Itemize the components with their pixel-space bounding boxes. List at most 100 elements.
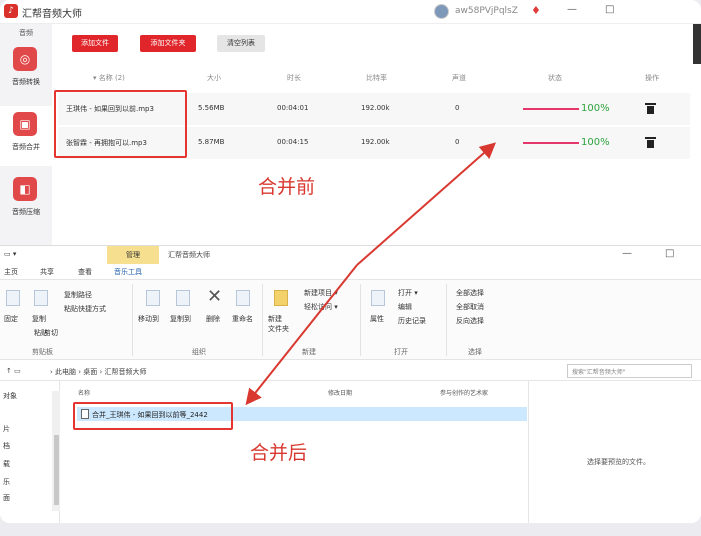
- app-scrollbar[interactable]: [693, 24, 701, 64]
- explorer-window-title: 汇帮音频大师: [168, 251, 210, 259]
- properties-button[interactable]: 属性: [370, 314, 384, 324]
- file-size-cell: 5.56MB: [198, 104, 225, 112]
- edit-button[interactable]: 编辑: [398, 302, 412, 312]
- add-file-button[interactable]: 添加文件: [72, 35, 118, 52]
- new-folder-icon[interactable]: [274, 290, 288, 306]
- folder-icon: ▭ ▾: [4, 250, 17, 258]
- nav-item[interactable]: 档: [3, 441, 10, 451]
- trash-icon[interactable]: [645, 103, 656, 114]
- column-header-duration: 时长: [287, 74, 301, 82]
- select-none-button[interactable]: 全部取消: [456, 302, 484, 312]
- screenshot-frame: ♪ 汇帮音频大师 aw58PVjPqlsZ ♦ — □ 音频 ◎ 音频转换 ▣ …: [0, 0, 701, 523]
- maximize-button[interactable]: □: [665, 248, 674, 259]
- sidebar-item-convert[interactable]: ◎ 音频转换: [0, 41, 52, 101]
- address-path[interactable]: › 此电脑 › 桌面 › 汇帮音频大师: [50, 367, 147, 377]
- copy-path-button[interactable]: 复制路径: [64, 290, 92, 300]
- user-avatar[interactable]: [434, 4, 449, 19]
- nav-item[interactable]: 片: [3, 424, 10, 434]
- delete-icon[interactable]: ✕: [207, 286, 222, 307]
- copy-to-icon[interactable]: [176, 290, 190, 306]
- file-explorer-window: ▭ ▾ 管理 汇帮音频大师 — □ 主页 共享 查看 音乐工具 固定 复制 复制…: [0, 245, 701, 523]
- new-item-button[interactable]: 新建项目 ▾: [304, 288, 338, 298]
- move-to-button[interactable]: 移动到: [138, 314, 159, 324]
- add-folder-button[interactable]: 添加文件夹: [140, 35, 196, 52]
- nav-item[interactable]: 乐: [3, 477, 10, 487]
- column-header-artist[interactable]: 参与创作的艺术家: [440, 388, 488, 397]
- progress-text: 100%: [581, 103, 610, 114]
- copy-icon[interactable]: [34, 290, 48, 306]
- delete-button[interactable]: 删除: [206, 314, 220, 324]
- open-button[interactable]: 打开 ▾: [398, 288, 418, 298]
- search-input[interactable]: 搜索"汇帮音频大师": [567, 364, 692, 378]
- highlight-box-before: [54, 90, 187, 158]
- new-folder-button[interactable]: 新建 文件夹: [268, 314, 289, 334]
- tab-home[interactable]: 主页: [4, 267, 18, 277]
- ribbon-separator: [132, 284, 133, 356]
- properties-icon[interactable]: [371, 290, 385, 306]
- group-label-organize: 组织: [192, 348, 206, 356]
- progress-bar: [523, 108, 579, 110]
- history-button[interactable]: 历史记录: [398, 316, 426, 326]
- copy-button[interactable]: 复制: [32, 314, 46, 324]
- sidebar-item-merge[interactable]: ▣ 音频合并: [0, 106, 52, 166]
- highlight-box-after: [73, 402, 233, 430]
- vip-badge-icon[interactable]: ♦: [531, 4, 541, 17]
- column-header-size: 大小: [207, 74, 221, 82]
- merge-icon: ▣: [13, 112, 37, 136]
- group-label-open: 打开: [394, 348, 408, 356]
- channels-cell: 0: [455, 104, 460, 112]
- cut-button[interactable]: 剪切: [44, 328, 58, 338]
- rename-icon[interactable]: [236, 290, 250, 306]
- app-titlebar: ♪ 汇帮音频大师 aw58PVjPqlsZ ♦ — □: [0, 0, 701, 24]
- column-header-actions: 操作: [645, 74, 659, 82]
- invert-selection-button[interactable]: 反向选择: [456, 316, 484, 326]
- tab-manage[interactable]: 管理: [107, 246, 159, 264]
- column-header-bitrate: 比特率: [366, 74, 387, 82]
- column-header-name[interactable]: ▾ 名称 (2): [93, 73, 125, 83]
- move-to-icon[interactable]: [146, 290, 160, 306]
- copy-to-button[interactable]: 复制到: [170, 314, 191, 324]
- sidebar-item-label: 音频压缩: [12, 208, 40, 216]
- pin-icon[interactable]: [6, 290, 20, 306]
- duration-cell: 00:04:15: [277, 138, 309, 146]
- user-name[interactable]: aw58PVjPqlsZ: [455, 6, 518, 16]
- tab-share[interactable]: 共享: [40, 267, 54, 277]
- address-bar[interactable]: ↑ ▭ › 此电脑 › 桌面 › 汇帮音频大师 搜索"汇帮音频大师": [0, 361, 701, 381]
- easy-access-button[interactable]: 轻松访问 ▾: [304, 302, 338, 312]
- file-list-header: 名称 修改日期 参与创作的艺术家: [70, 386, 530, 400]
- ribbon-separator: [446, 284, 447, 356]
- preview-pane: 选择要预览的文件。: [528, 381, 701, 523]
- nav-item[interactable]: 面: [3, 493, 10, 503]
- explorer-titlebar: ▭ ▾ 管理 汇帮音频大师 — □: [0, 246, 701, 264]
- ribbon-separator: [360, 284, 361, 356]
- trash-icon[interactable]: [645, 137, 656, 148]
- select-all-button[interactable]: 全部选择: [456, 288, 484, 298]
- pin-button[interactable]: 固定: [4, 314, 18, 324]
- rename-button[interactable]: 重命名: [232, 314, 253, 324]
- paste-shortcut-button[interactable]: 粘贴快捷方式: [64, 304, 106, 314]
- maximize-button[interactable]: □: [605, 4, 614, 15]
- channels-cell: 0: [455, 138, 460, 146]
- app-logo-icon: ♪: [4, 4, 18, 18]
- group-label-clipboard: 剪贴板: [32, 348, 53, 356]
- preview-placeholder: 选择要预览的文件。: [587, 458, 650, 466]
- sidebar-item-compress[interactable]: ◧ 音频压缩: [0, 171, 52, 231]
- tab-music-tools[interactable]: 音乐工具: [114, 267, 142, 277]
- ribbon: 固定 复制 复制路径 粘贴快捷方式 粘贴 剪切 剪贴板 移动到 复制到 ✕ 删除…: [0, 280, 701, 360]
- column-header-date[interactable]: 修改日期: [328, 388, 352, 397]
- tab-view[interactable]: 查看: [78, 267, 92, 277]
- clear-list-button[interactable]: 清空列表: [217, 35, 265, 52]
- column-header-status: 状态: [548, 74, 562, 82]
- compress-icon: ◧: [13, 177, 37, 201]
- nav-scrollbar-thumb[interactable]: [54, 435, 59, 505]
- nav-arrows[interactable]: ↑ ▭: [6, 367, 21, 375]
- column-header-name[interactable]: 名称: [78, 388, 90, 397]
- nav-item[interactable]: 对象: [3, 391, 17, 401]
- convert-icon: ◎: [13, 47, 37, 71]
- nav-item[interactable]: 载: [3, 459, 10, 469]
- minimize-button[interactable]: —: [567, 4, 577, 15]
- duration-cell: 00:04:01: [277, 104, 309, 112]
- column-header-channels: 声道: [452, 74, 466, 82]
- group-label-new: 新建: [302, 348, 316, 356]
- minimize-button[interactable]: —: [622, 248, 632, 259]
